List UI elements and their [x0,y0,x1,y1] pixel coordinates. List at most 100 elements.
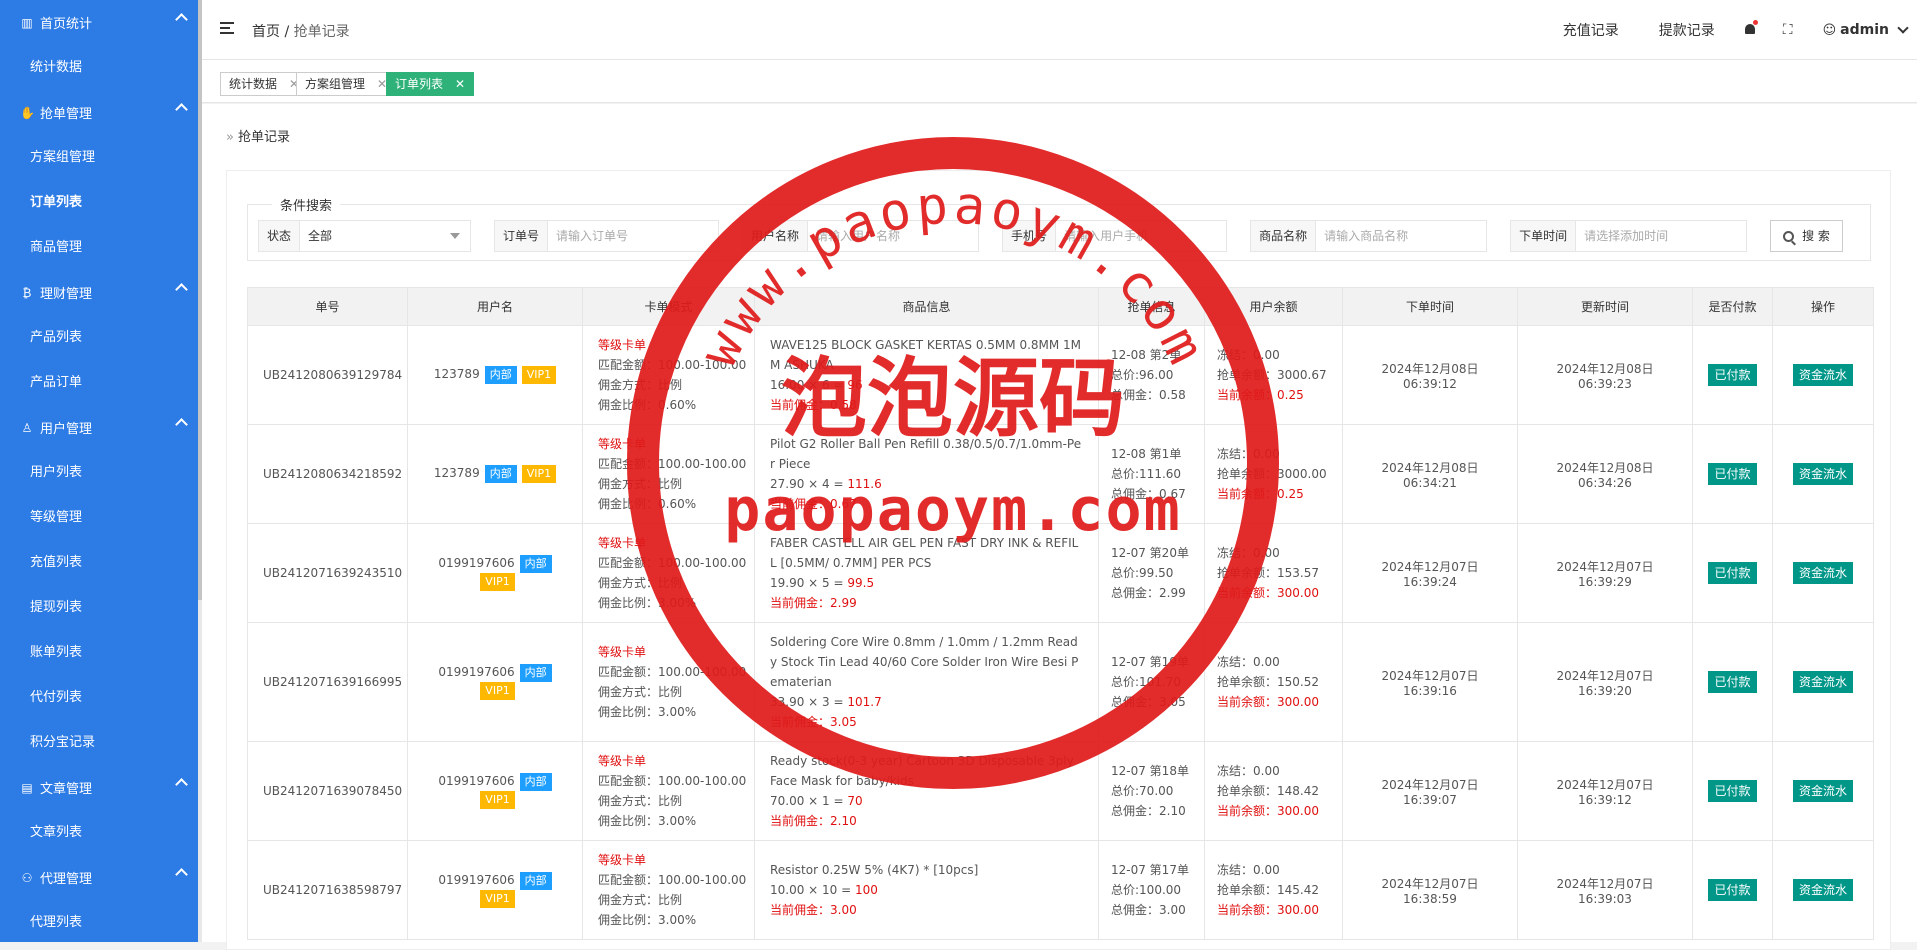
withdraw-records-link[interactable]: 提款记录 [1659,20,1715,40]
balance-line: 当前余额：0.25 [1217,388,1304,402]
table-header-cell: 卡单模式 [582,287,755,326]
main-content: » 抢单记录 条件搜索 状态 全部 订单号 请输入订单号 用户名称 请输入用户名称… [202,104,1917,950]
mode-line: 匹配金额：100.00-100.00 [598,873,747,887]
sidebar-group[interactable]: ✋ 抢单管理 [0,90,198,135]
sidebar-group-label: 用户管理 [40,422,93,437]
sidebar-group[interactable]: ▤ 文章管理 [0,765,198,810]
created-time-cell: 2024年12月08日 06:39:12 [1342,325,1518,425]
sidebar-group-label: 代理管理 [40,872,93,887]
balance-line: 冻结：0.00 [1217,863,1280,877]
time-input[interactable]: 请选择添加时间 [1576,221,1746,251]
vip-tag: VIP1 [480,890,515,908]
paid-badge: 已付款 [1708,562,1757,584]
tab-item[interactable]: 统计数据 ✕ [220,72,309,96]
username-cell: 0199197606 内部VIP1 [407,523,583,623]
sidebar-item[interactable]: 方案组管理 [0,135,198,180]
sidebar-group[interactable]: ⚇ 代理管理 [0,855,198,900]
sidebar-group-label: 首页统计 [40,17,93,32]
order-no-cell: UB2412071639166995 [247,622,408,742]
sidebar-item[interactable]: 代理列表 [0,900,198,942]
double-arrow-icon: » [226,130,234,145]
sidebar-item[interactable]: 文章列表 [0,810,198,855]
fund-flow-button[interactable]: 资金流水 [1792,364,1853,386]
sidebar-item[interactable]: 充值列表 [0,540,198,585]
sidebar-item[interactable]: 商品管理 [0,225,198,270]
search-button[interactable]: 搜 索 [1770,220,1843,252]
goods-formula: 33.90 × 3 = [770,695,848,709]
sidebar-item[interactable]: 产品列表 [0,315,198,360]
goods-label: 商品名称 [1251,221,1317,251]
balance-line: 冻结：0.00 [1217,655,1280,669]
mode-line: 佣金比例：0.60% [598,497,697,511]
breadcrumb-home[interactable]: 首页 [252,24,280,40]
sidebar-item[interactable]: 积分宝记录 [0,720,198,765]
sidebar-item[interactable]: 产品订单 [0,360,198,405]
fullscreen-icon[interactable]: ⛶ [1783,22,1793,38]
status-label: 状态 [259,221,301,251]
goods-commission: 当前佣金：2.10 [770,814,857,828]
mode-line: 佣金方式：比例 [598,378,683,392]
username: 0199197606 [438,665,515,679]
sidebar-item[interactable]: 提现列表 [0,585,198,630]
recharge-records-link[interactable]: 充值记录 [1563,20,1619,40]
phone-input[interactable]: 请输入用户手机 [1056,221,1226,251]
fund-flow-button[interactable]: 资金流水 [1792,671,1853,693]
username: 123789 [433,367,480,381]
fund-flow-button[interactable]: 资金流水 [1792,562,1853,584]
balance-cell: 冻结：0.00 抢单余额：150.52 当前余额：300.00 [1204,622,1343,742]
grab-line: 总佣金：2.10 [1111,804,1186,818]
goods-total: 111.6 [847,477,882,491]
goods-calc: 16.00 × 6 = 96 [770,375,1083,395]
sidebar-item[interactable]: 订单列表 [0,180,198,225]
sidebar-item[interactable]: 账单列表 [0,630,198,675]
sidebar-item[interactable]: 等级管理 [0,495,198,540]
updated-time-cell: 2024年12月07日 16:39:12 [1517,741,1693,841]
goods-filter: 商品名称 请输入商品名称 [1250,220,1488,252]
mode-line: 等级卡单 [598,338,647,352]
goods-commission: 当前佣金：0.67 [770,497,857,511]
order-no-cell: UB2412080639129784 [247,325,408,425]
mode-line: 佣金方式：比例 [598,477,683,491]
fund-flow-button[interactable]: 资金流水 [1792,879,1853,901]
sidebar-item[interactable]: 统计数据 [0,45,198,90]
paid-badge: 已付款 [1708,879,1757,901]
menu-toggle-icon[interactable] [220,22,234,34]
grab-cell: 12-07 第19单 总价:101.70 总佣金：3.05 [1098,622,1205,742]
internal-tag: 内部 [484,465,517,483]
balance-line: 当前余额：0.25 [1217,487,1304,501]
sidebar-group[interactable]: ₿ 理财管理 [0,270,198,315]
page-title: » 抢单记录 [226,130,290,145]
table-header-cell: 操作 [1772,287,1874,326]
user-menu[interactable]: ☺ admin [1823,21,1909,38]
grab-line: 总价:99.50 [1111,566,1174,580]
chevron-up-icon [175,13,188,26]
close-icon[interactable]: ✕ [455,77,465,91]
username-input[interactable]: 请输入用户名称 [808,221,978,251]
goods-input[interactable]: 请输入商品名称 [1316,221,1486,251]
content-panel: 条件搜索 状态 全部 订单号 请输入订单号 用户名称 请输入用户名称 手机号 请… [226,170,1891,950]
fund-flow-button[interactable]: 资金流水 [1792,780,1853,802]
paid-cell: 已付款 [1692,840,1773,940]
sidebar-item[interactable]: 用户列表 [0,450,198,495]
paid-badge: 已付款 [1708,780,1757,802]
order-input[interactable]: 请输入订单号 [548,221,718,251]
grab-cell: 12-07 第18单 总价:70.00 总佣金：2.10 [1098,741,1205,841]
sidebar-group[interactable]: ▥ 首页统计 [0,0,198,45]
mode-line: 等级卡单 [598,853,647,867]
mode-line: 等级卡单 [598,645,647,659]
top-header: 首页 / 抢单记录 充值记录 提款记录 ⛶ ☺ admin [202,0,1917,60]
tab-label: 方案组管理 [305,77,366,91]
fund-flow-button[interactable]: 资金流水 [1792,463,1853,485]
updated-time-cell: 2024年12月07日 16:39:29 [1517,523,1693,623]
tab-item[interactable]: 订单列表 ✕ [386,72,475,96]
table-header-cell: 用户余额 [1204,287,1343,326]
status-select[interactable]: 全部 [300,221,470,251]
chevron-up-icon [175,283,188,296]
breadcrumb: 首页 / 抢单记录 [252,21,350,41]
mode-line: 佣金方式：比例 [598,685,683,699]
tab-item[interactable]: 方案组管理 ✕ [296,72,397,96]
notification-bell-icon[interactable] [1743,20,1758,37]
updated-time-cell: 2024年12月08日 06:39:23 [1517,325,1693,425]
sidebar-item[interactable]: 代付列表 [0,675,198,720]
sidebar-group[interactable]: ♙ 用户管理 [0,405,198,450]
